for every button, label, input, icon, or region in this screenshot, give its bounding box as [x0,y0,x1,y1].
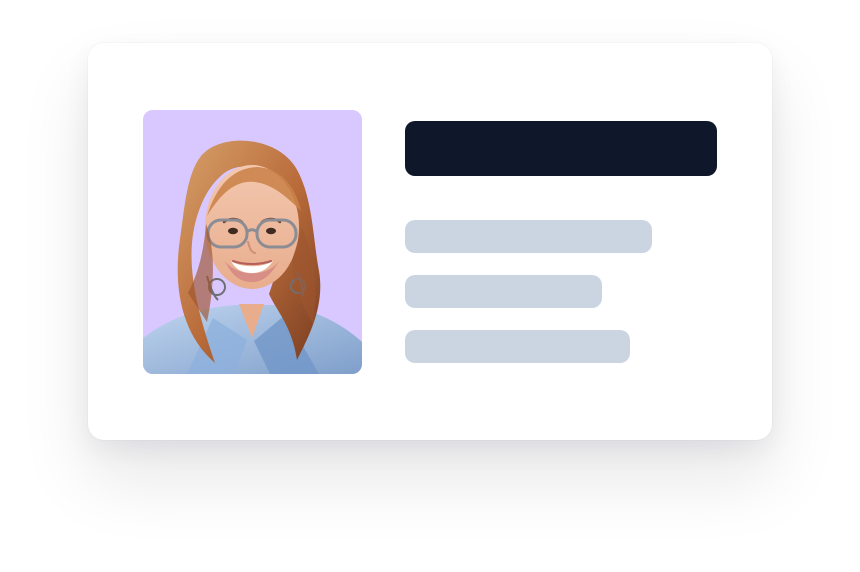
profile-detail-placeholder-2 [405,275,602,308]
profile-name-placeholder [405,121,717,176]
person-photo-icon [143,110,362,374]
profile-photo [143,110,362,374]
profile-detail-placeholder-3 [405,330,630,363]
profile-detail-placeholder-1 [405,220,652,253]
profile-card [88,43,772,440]
canvas [0,0,860,572]
